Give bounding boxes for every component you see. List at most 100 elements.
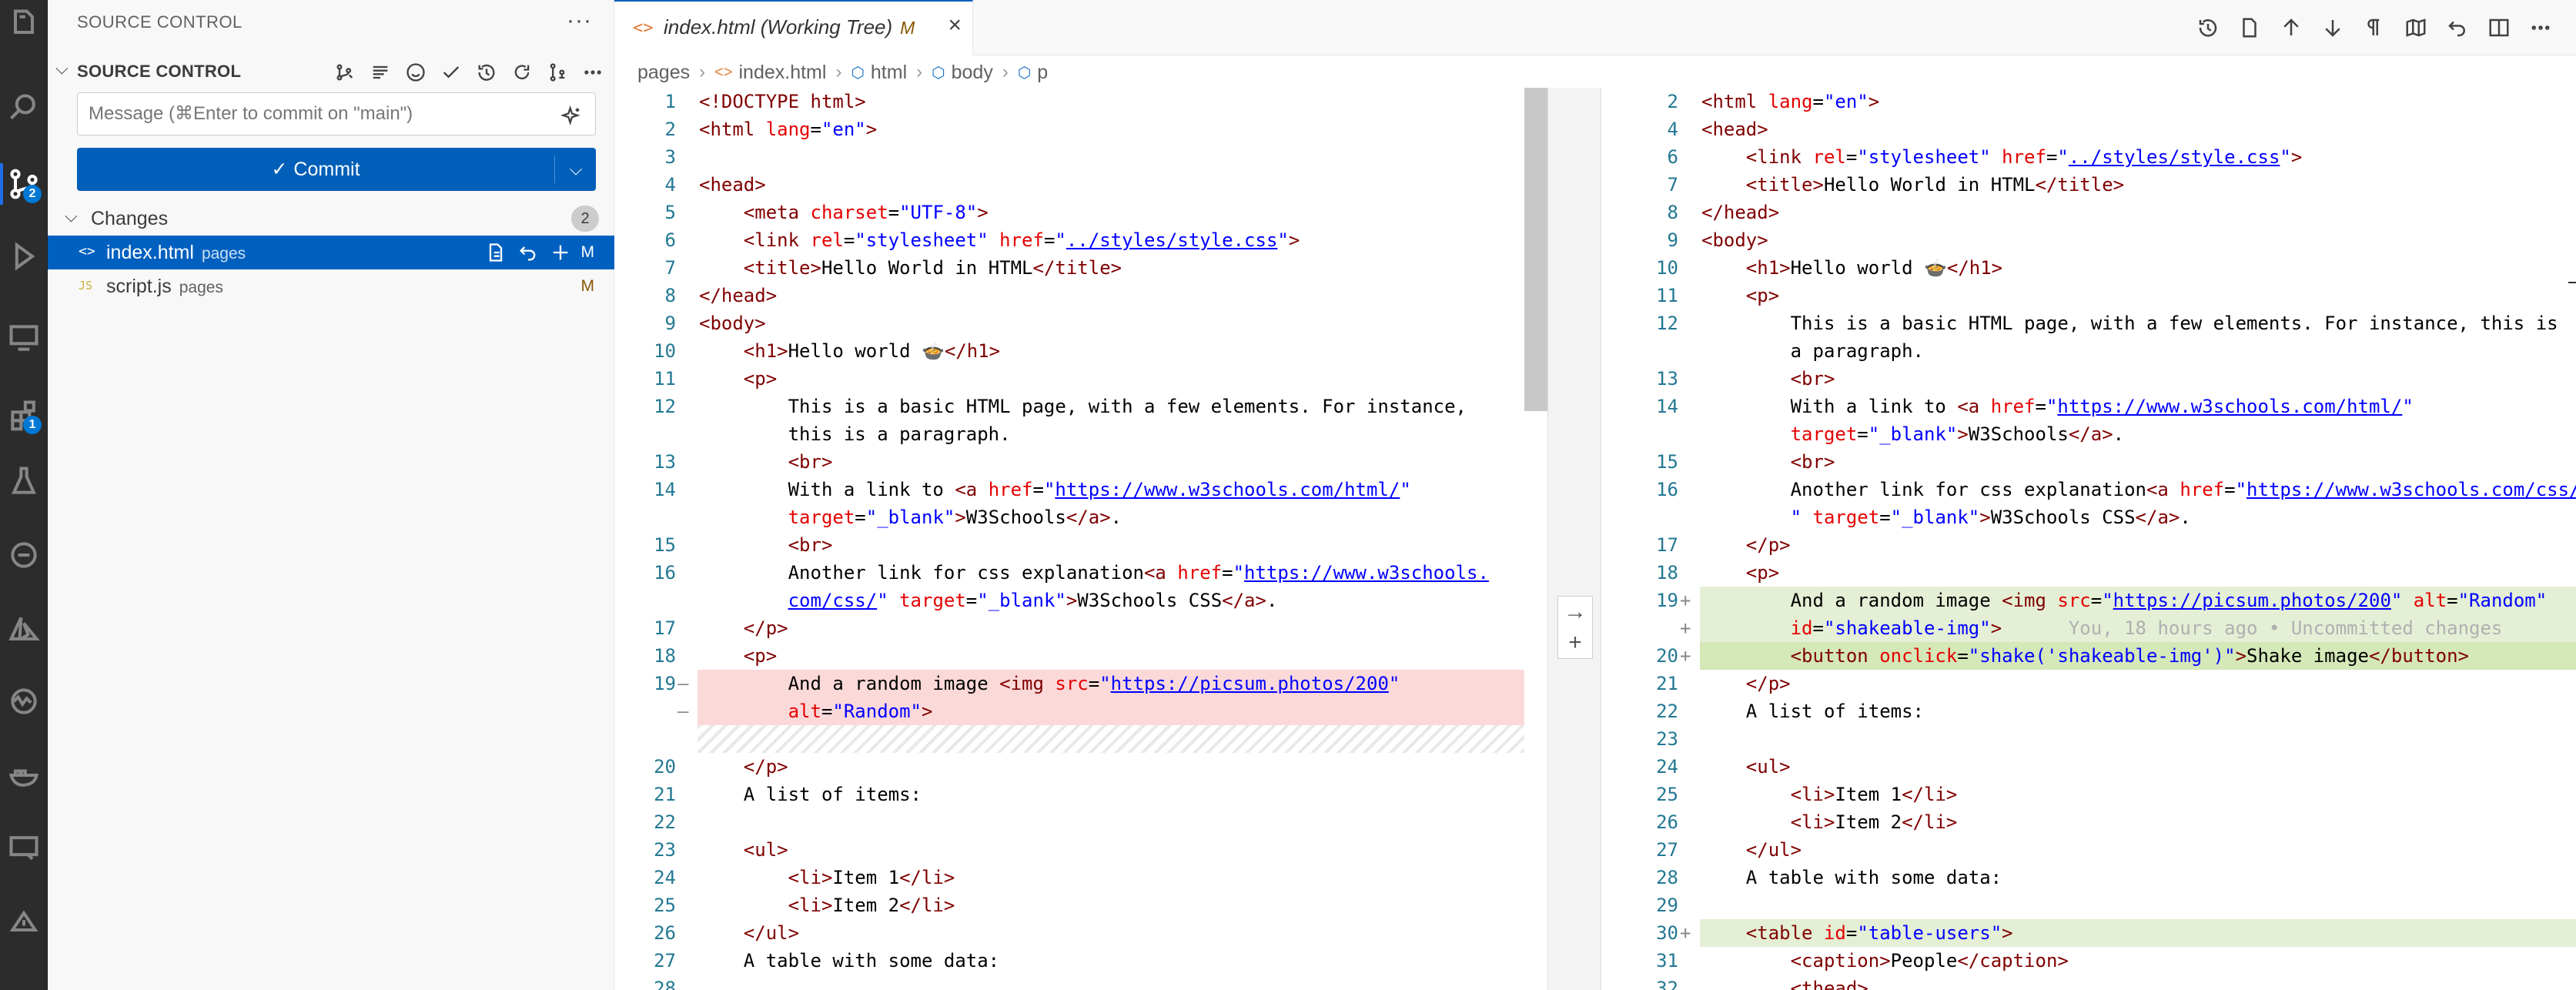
modified-code-pane[interactable]: 2 <html lang="en"> 4 <head> 6 <link rel="sty… (1601, 88, 2576, 990)
remote-explorer-icon[interactable] (0, 314, 48, 362)
breadcrumb-item[interactable]: index.html (738, 62, 826, 84)
code-token: <br> (788, 534, 833, 556)
changed-file-index-html[interactable]: <> index.html pages M (48, 236, 614, 269)
line-number: 23 (1656, 728, 1678, 750)
breadcrumb-item[interactable]: html (871, 62, 907, 84)
commit-dropdown-button[interactable]: ⌵ (556, 148, 596, 191)
timeline-icon[interactable] (0, 677, 48, 725)
source-control-section-header[interactable]: ⌵ SOURCE CONTROL (48, 54, 614, 88)
extensions-icon[interactable]: 1 (0, 391, 48, 439)
code-line: target="_blank">W3Schools</a>. (1601, 420, 2576, 448)
code-text: </head> (699, 282, 777, 309)
diff-editor: <> index.html (Working Tree) M × pages › … (614, 0, 2576, 990)
ports-icon[interactable] (0, 898, 48, 945)
code-token: <title> (743, 257, 821, 279)
chevron-right-icon: › (1002, 62, 1009, 82)
more-icon[interactable] (577, 57, 608, 88)
code-token: </head> (699, 285, 778, 306)
code-token: <caption> (1790, 950, 1891, 972)
code-token: = (1222, 562, 1233, 584)
code-line: 30 + <table id="table-users"> (1656, 919, 2576, 947)
docker-icon[interactable] (0, 531, 48, 579)
code-line: 26 </ul> (614, 919, 1524, 947)
commit-check-icon[interactable] (436, 57, 467, 88)
pilcrow-icon[interactable] (2356, 9, 2393, 46)
previous-change-icon[interactable] (2273, 9, 2310, 46)
commit-button[interactable]: ✓ Commit (77, 148, 554, 191)
changed-file-script-js[interactable]: JS script.js pages M (48, 269, 614, 303)
close-icon[interactable]: × (948, 12, 962, 38)
extensions-badge: 1 (23, 416, 42, 434)
breadcrumb-item[interactable]: body (952, 62, 993, 84)
history-icon[interactable] (471, 57, 502, 88)
changes-group-header[interactable]: ⌵ Changes 2 (48, 202, 614, 236)
sparkle-icon[interactable] (557, 101, 587, 132)
open-file-icon[interactable] (2231, 9, 2268, 46)
more-actions-icon[interactable]: ··· (567, 8, 592, 34)
code-token: " (1233, 562, 1245, 584)
arrow-right-icon[interactable]: → (1564, 599, 1587, 625)
code-line: 6 <link rel="stylesheet" href="../styles… (614, 226, 1524, 254)
source-control-badge: 2 (23, 185, 42, 203)
original-code-pane[interactable]: 1 <!DOCTYPE html> 2 <html lang="en"> 3 4 <head… (614, 88, 1547, 990)
explorer-icon[interactable] (0, 0, 48, 48)
run-debug-icon[interactable] (0, 232, 48, 280)
open-changes-history-icon[interactable] (2190, 9, 2226, 46)
branch-icon[interactable] (542, 57, 573, 88)
activity-bar: 2 1 (0, 0, 48, 990)
code-token: . (2113, 423, 2125, 445)
source-control-icon[interactable]: 2 (0, 160, 48, 208)
code-token: <h1> (743, 340, 788, 362)
editor-tab[interactable]: <> index.html (Working Tree) M × (614, 0, 973, 55)
code-line: 26 <li>Item 2</li> (1601, 808, 2576, 836)
code-text: <p> (1701, 559, 1779, 587)
smiley-icon[interactable] (400, 57, 431, 88)
open-file-icon[interactable] (480, 237, 511, 268)
scroll-indicator (2568, 282, 2576, 283)
view-as-list-icon[interactable] (365, 57, 396, 88)
code-line: 1 <!DOCTYPE html> (614, 88, 1524, 115)
line-number: 31 (1656, 950, 1678, 972)
split-editor-icon[interactable] (2481, 9, 2517, 46)
refresh-icon[interactable] (507, 57, 537, 88)
code-token: </p> (1745, 534, 1791, 556)
code-line: 23 (1601, 725, 2576, 753)
code-token: > (1066, 590, 1078, 611)
code-line: 22 (614, 808, 1524, 836)
container-icon[interactable] (0, 751, 48, 799)
code-token: Item 2 (1835, 811, 1902, 833)
search-icon[interactable] (0, 83, 48, 131)
code-text: <ul> (1701, 753, 1791, 781)
vertical-scrollbar[interactable] (1524, 88, 1547, 411)
remote-window-icon[interactable] (0, 824, 48, 871)
code-token: <html (1701, 91, 1768, 112)
code-token: = (1857, 423, 1868, 445)
graph-icon[interactable] (330, 57, 360, 88)
breadcrumb-item[interactable]: p (1037, 62, 1048, 84)
code-token: = (1812, 617, 1824, 639)
code-token: = (2090, 590, 2103, 611)
more-actions-icon[interactable] (2522, 9, 2559, 46)
map-icon[interactable] (2397, 9, 2434, 46)
azure-icon[interactable] (0, 605, 48, 653)
commit-message-input[interactable] (78, 93, 555, 135)
line-number: 8 (1667, 202, 1678, 223)
chevron-right-icon: › (699, 62, 706, 82)
discard-changes-icon[interactable] (513, 237, 544, 268)
breadcrumb-item[interactable]: pages (637, 62, 690, 84)
code-token: = (810, 119, 821, 140)
code-line: 17 </p> (614, 614, 1524, 642)
testing-icon[interactable] (0, 457, 48, 505)
plus-icon[interactable]: + (1568, 630, 1582, 656)
stage-changes-icon[interactable] (545, 237, 576, 268)
code-token: <button (1790, 645, 1880, 667)
revert-icon[interactable] (2439, 9, 2476, 46)
next-change-icon[interactable] (2314, 9, 2351, 46)
